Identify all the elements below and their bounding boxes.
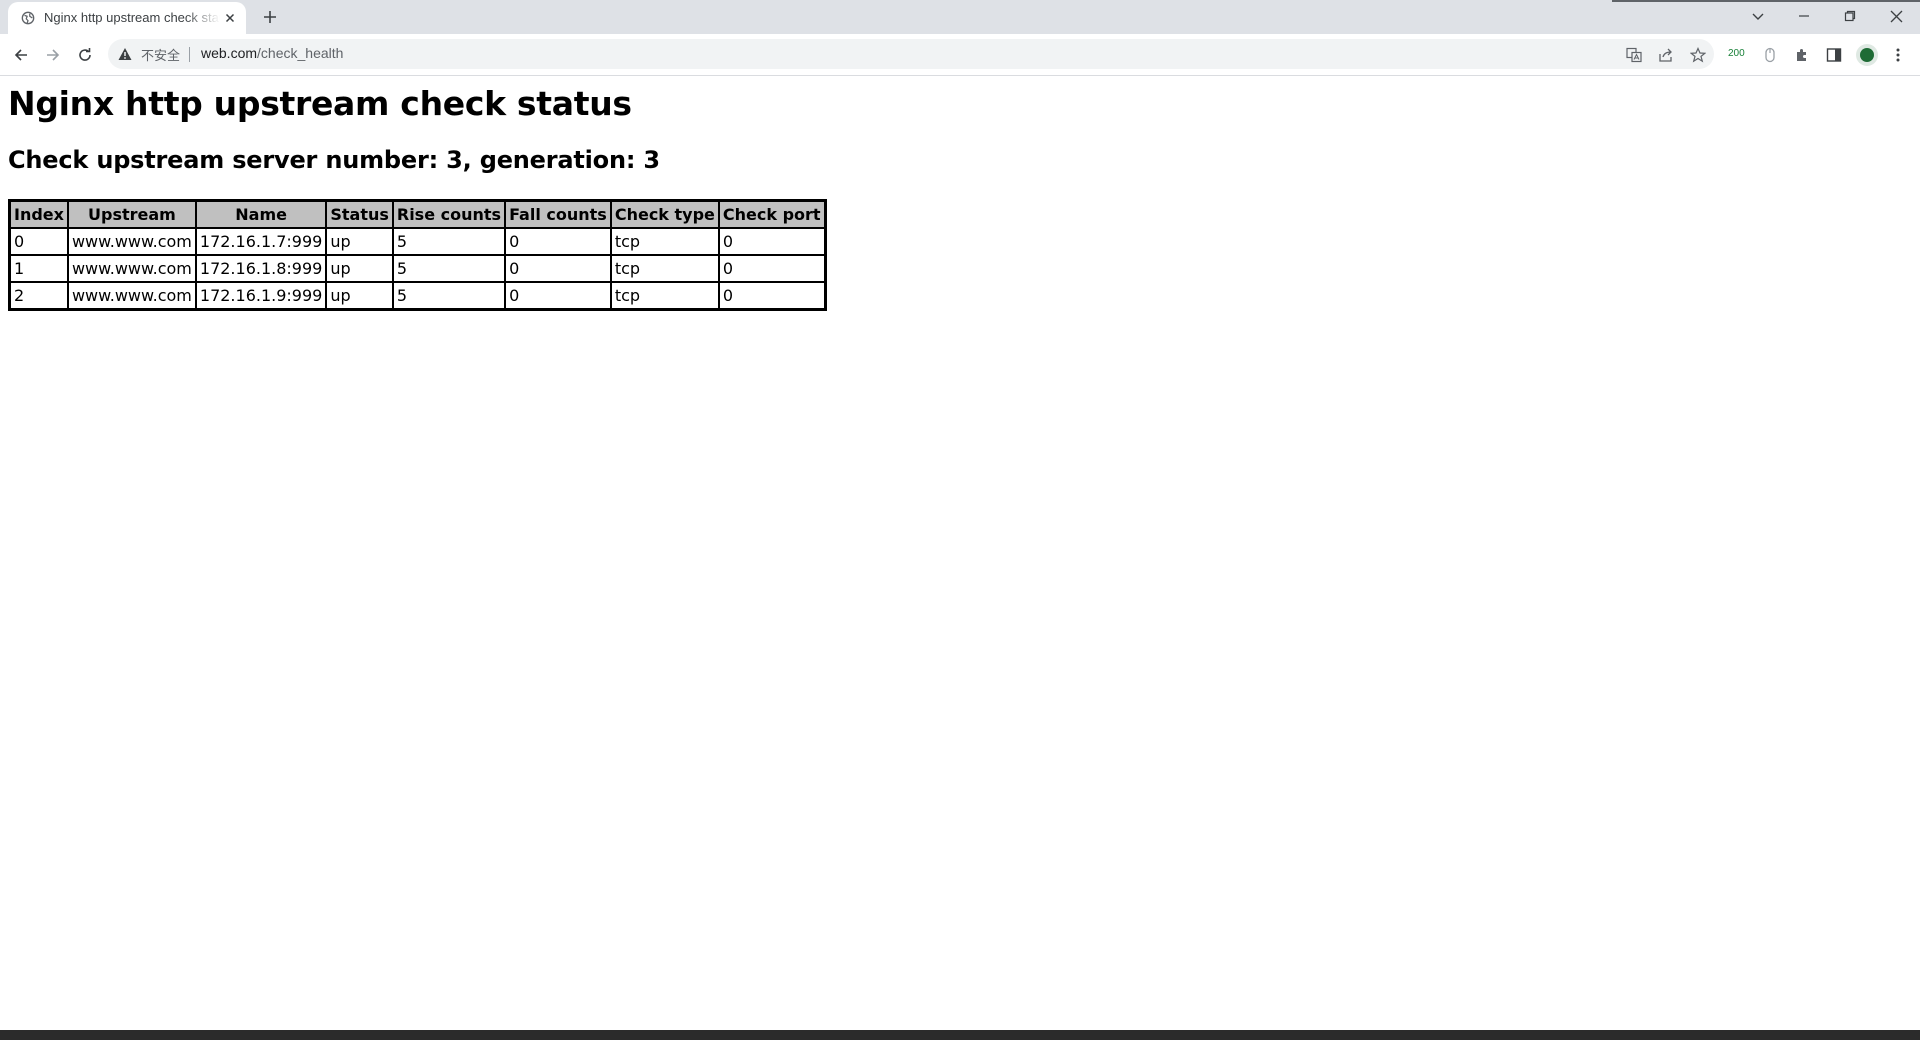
restore-icon [1844,10,1856,22]
table-cell: www.www.com [67,282,196,309]
tab-title: Nginx http upstream check status [44,10,220,25]
reload-icon [79,48,91,61]
omnibox-divider [189,47,190,62]
arrow-right-icon [47,49,60,61]
column-header: Fall counts [505,201,611,228]
url-host: web.com [201,45,258,61]
new-tab-icon[interactable] [260,7,280,27]
table-cell: www.www.com [67,228,196,255]
table-row: 0 www.www.com 172.16.1.7:999 up 5 0 tcp … [10,228,825,255]
table-cell: www.www.com [67,255,196,282]
table-cell: up [326,255,393,282]
side-panel-button[interactable] [1824,45,1844,65]
translate-icon [1626,47,1642,63]
reload-button[interactable] [73,43,97,67]
warning-icon[interactable] [118,47,132,61]
column-header: Check type [610,201,719,228]
menu-button[interactable] [1888,45,1908,65]
table-cell: 172.16.1.8:999 [195,255,327,282]
share-button[interactable] [1657,46,1675,64]
extension-badge[interactable]: 200 [1728,48,1745,59]
column-header: Check port [718,201,825,228]
star-icon [1690,47,1706,63]
table-cell: tcp [610,228,719,255]
tab-active[interactable]: Nginx http upstream check status [8,2,246,34]
table-cell: 1 [10,255,68,282]
tab-search-button[interactable] [1742,4,1774,28]
table-row: 1 www.www.com 172.16.1.8:999 up 5 0 tcp … [10,255,825,282]
tab-strip: Nginx http upstream check status [0,0,1920,34]
table-cell: 0 [718,228,825,255]
extension-mouse-button[interactable] [1760,45,1780,65]
table-cell: 5 [392,282,506,309]
minimize-icon [1799,15,1809,17]
security-label[interactable]: 不安全 [141,45,180,64]
url-path: /check_health [257,45,344,61]
table-cell: 5 [392,228,506,255]
table-header-row: Index Upstream Name Status Rise counts F… [10,201,825,228]
url-text[interactable]: web.com/check_health [201,45,343,61]
table-row: 2 www.www.com 172.16.1.9:999 up 5 0 tcp … [10,282,825,309]
chevron-down-icon [1752,13,1764,20]
column-header: Status [326,201,393,228]
table-cell: 0 [718,282,825,309]
table-cell: up [326,228,393,255]
column-header: Upstream [67,201,196,228]
window-frame-edge [1612,0,1920,2]
extensions-button[interactable] [1792,45,1812,65]
table-cell: 0 [505,228,611,255]
avatar-icon [1860,48,1874,62]
table-cell: 5 [392,255,506,282]
share-icon [1659,48,1672,62]
column-header: Rise counts [392,201,506,228]
minimize-button[interactable] [1788,4,1820,28]
puzzle-icon [1797,49,1806,61]
bookmark-button[interactable] [1689,46,1707,64]
table-cell: tcp [610,255,719,282]
close-tab-icon[interactable] [222,10,238,26]
close-window-button[interactable] [1880,4,1912,28]
mouse-icon [1765,47,1775,63]
arrow-left-icon [14,49,27,61]
translate-button[interactable] [1625,46,1643,64]
table-cell: 0 [505,255,611,282]
page-subtitle: Check upstream server number: 3, generat… [8,146,660,174]
table-cell: 0 [505,282,611,309]
browser-toolbar: 不安全 web.com/check_health 200 [0,34,1920,76]
column-header: Name [195,201,327,228]
column-header: Index [10,201,68,228]
table-cell: tcp [610,282,719,309]
back-button[interactable] [9,43,33,67]
globe-icon [21,11,35,25]
restore-button[interactable] [1834,4,1866,28]
upstream-status-table: Index Upstream Name Status Rise counts F… [8,199,827,311]
close-icon [1890,10,1902,22]
table-cell: 2 [10,282,68,309]
table-cell: 172.16.1.9:999 [195,282,327,309]
kebab-menu-icon [1896,48,1900,62]
table-cell: 172.16.1.7:999 [195,228,327,255]
forward-button[interactable] [41,43,65,67]
profile-avatar[interactable] [1856,44,1878,66]
table-cell: up [326,282,393,309]
address-bar[interactable]: 不安全 web.com/check_health [108,39,1714,69]
table-cell: 0 [718,255,825,282]
table-cell: 0 [10,228,68,255]
taskbar-edge [0,1030,1920,1040]
side-panel-icon [1826,48,1842,62]
page-title: Nginx http upstream check status [8,84,632,123]
